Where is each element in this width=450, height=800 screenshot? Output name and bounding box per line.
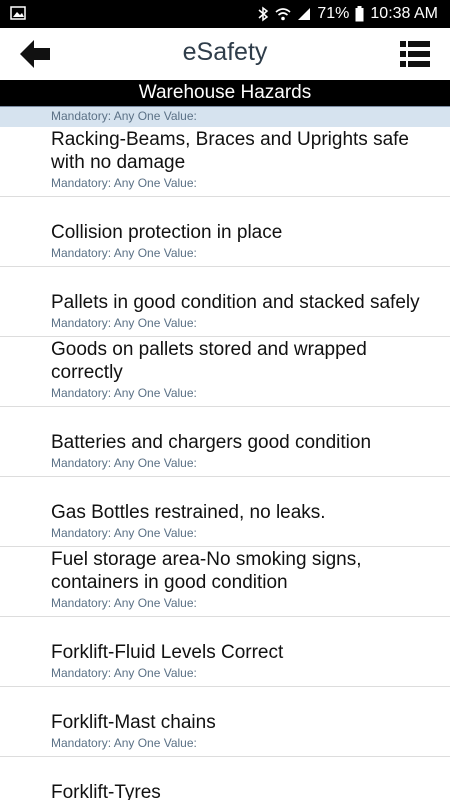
item-subtitle: Mandatory: Any One Value:: [51, 386, 197, 400]
list-item[interactable]: Pallets in good condition and stacked sa…: [0, 267, 450, 337]
battery-icon: [355, 6, 364, 22]
list-item[interactable]: Fuel storage area-No smoking signs, cont…: [0, 547, 450, 617]
checklist: Mandatory: Any One Value: Racking-Beams,…: [0, 107, 450, 800]
previous-item-remainder[interactable]: Mandatory: Any One Value:: [0, 107, 450, 127]
item-title: Forklift-Fluid Levels Correct: [51, 642, 284, 663]
item-subtitle: Mandatory: Any One Value:: [51, 176, 197, 190]
gallery-notification-icon: [10, 6, 26, 20]
item-subtitle: Mandatory: Any One Value:: [51, 109, 197, 123]
app-title: eSafety: [182, 38, 268, 66]
list-item[interactable]: Goods on pallets stored and wrapped corr…: [0, 337, 450, 407]
item-title: Pallets in good condition and stacked sa…: [51, 292, 420, 313]
list-menu-icon[interactable]: [400, 41, 430, 67]
wifi-icon: [275, 7, 291, 21]
list-item[interactable]: Collision protection in place Mandatory:…: [0, 197, 450, 267]
list-item[interactable]: Gas Bottles restrained, no leaks. Mandat…: [0, 477, 450, 547]
signal-icon: [297, 7, 311, 21]
list-item[interactable]: Forklift-Tyres: [0, 757, 450, 800]
status-indicators: 71% 10:38 AM: [257, 0, 438, 28]
app-header: eSafety: [0, 28, 450, 80]
item-subtitle: Mandatory: Any One Value:: [51, 526, 197, 540]
list-item[interactable]: Forklift-Fluid Levels Correct Mandatory:…: [0, 617, 450, 687]
item-subtitle: Mandatory: Any One Value:: [51, 596, 197, 610]
item-title: Forklift-Tyres: [51, 782, 161, 800]
list-item[interactable]: Forklift-Mast chains Mandatory: Any One …: [0, 687, 450, 757]
item-subtitle: Mandatory: Any One Value:: [51, 736, 197, 750]
item-title: Goods on pallets stored and wrapped corr…: [51, 339, 367, 383]
bluetooth-icon: [257, 6, 269, 22]
list-item[interactable]: Batteries and chargers good condition Ma…: [0, 407, 450, 477]
item-subtitle: Mandatory: Any One Value:: [51, 456, 197, 470]
item-title: Racking-Beams, Braces and Uprights safe …: [51, 129, 409, 173]
status-bar: 71% 10:38 AM: [0, 0, 450, 28]
item-title: Forklift-Mast chains: [51, 712, 216, 733]
back-arrow-icon[interactable]: [20, 40, 52, 68]
clock: 10:38 AM: [370, 5, 438, 22]
battery-percent: 71%: [317, 5, 350, 22]
item-subtitle: Mandatory: Any One Value:: [51, 666, 197, 680]
item-subtitle: Mandatory: Any One Value:: [51, 316, 197, 330]
section-title: Warehouse Hazards: [0, 80, 450, 106]
item-title: Fuel storage area-No smoking signs, cont…: [51, 549, 362, 593]
item-subtitle: Mandatory: Any One Value:: [51, 246, 197, 260]
item-title: Collision protection in place: [51, 222, 283, 243]
list-item[interactable]: Racking-Beams, Braces and Uprights safe …: [0, 127, 450, 197]
item-title: Gas Bottles restrained, no leaks.: [51, 502, 326, 523]
item-title: Batteries and chargers good condition: [51, 432, 372, 453]
